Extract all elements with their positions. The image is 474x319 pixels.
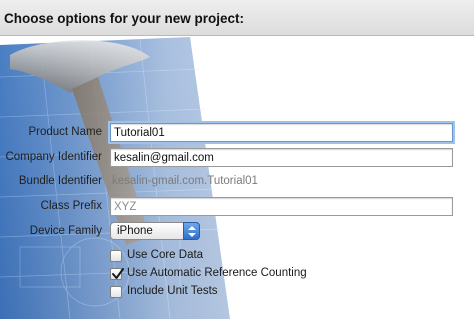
include-unit-tests-checkbox[interactable]: Include Unit Tests	[110, 285, 370, 301]
bundle-identifier-row: Bundle Identifier kesalin-gmail.com.Tuto…	[0, 172, 474, 192]
bundle-identifier-label: Bundle Identifier	[18, 175, 102, 187]
options-panel: Product Name Company Identifier Bundle I…	[0, 37, 474, 319]
use-core-data-checkbox[interactable]: Use Core Data	[110, 249, 370, 265]
checkmark-icon[interactable]	[110, 268, 124, 280]
use-arc-label: Use Automatic Reference Counting	[127, 267, 307, 279]
use-arc-checkbox[interactable]: Use Automatic Reference Counting	[110, 267, 370, 283]
class-prefix-label: Class Prefix	[40, 200, 102, 212]
device-family-selected: iPhone	[117, 225, 153, 237]
class-prefix-field[interactable]	[110, 197, 453, 216]
product-name-row: Product Name	[0, 123, 474, 143]
sheet-header: Choose options for your new project:	[0, 0, 474, 36]
checkbox-unchecked-icon[interactable]	[110, 250, 122, 262]
device-family-row: Device Family iPhone	[0, 222, 474, 242]
product-name-label: Product Name	[28, 126, 102, 138]
bundle-identifier-value: kesalin-gmail.com.Tutorial01	[112, 175, 258, 187]
product-name-field[interactable]	[110, 123, 453, 142]
class-prefix-row: Class Prefix	[0, 197, 474, 217]
company-identifier-field[interactable]	[110, 148, 453, 167]
device-family-popup[interactable]: iPhone	[110, 222, 200, 240]
sheet-title: Choose options for your new project:	[4, 11, 245, 26]
include-unit-tests-label: Include Unit Tests	[127, 285, 218, 297]
company-identifier-row: Company Identifier	[0, 148, 474, 168]
checkbox-unchecked-icon[interactable]	[110, 286, 122, 298]
use-core-data-label: Use Core Data	[127, 249, 204, 261]
company-identifier-label: Company Identifier	[5, 151, 102, 163]
popup-arrows-icon	[183, 222, 200, 240]
device-family-label: Device Family	[29, 225, 102, 237]
